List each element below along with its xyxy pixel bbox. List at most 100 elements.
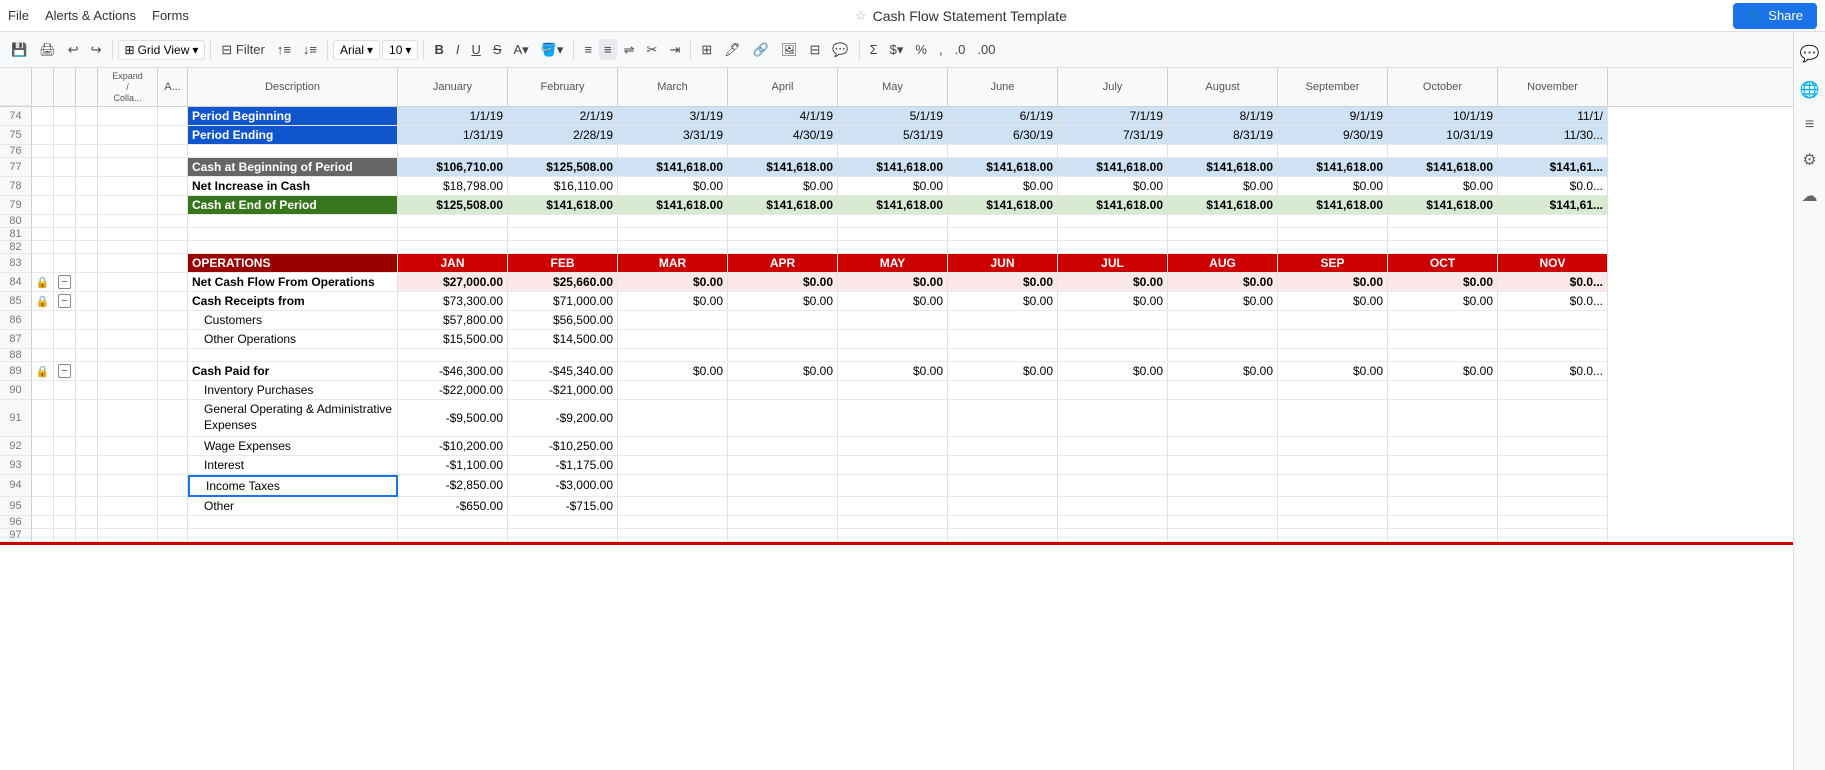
cell-92-aug[interactable]: [1168, 437, 1278, 456]
cell-88-feb[interactable]: [508, 349, 618, 362]
sort-asc-button[interactable]: ↑≡: [272, 39, 296, 60]
cell-79-aug[interactable]: $141,618.00: [1168, 196, 1278, 215]
cell-74-sep[interactable]: 9/1/19: [1278, 107, 1388, 126]
cell-79-may[interactable]: $141,618.00: [838, 196, 948, 215]
cell-88-aug[interactable]: [1168, 349, 1278, 362]
cell-96-feb[interactable]: [508, 516, 618, 529]
cell-74-nov[interactable]: 11/1/: [1498, 107, 1608, 126]
cell-83-nov[interactable]: NOV: [1498, 254, 1608, 273]
cell-89-oct[interactable]: $0.00: [1388, 362, 1498, 381]
cell-88-jan[interactable]: [398, 349, 508, 362]
cell-84-mar[interactable]: $0.00: [618, 273, 728, 292]
cell-86-feb[interactable]: $56,500.00: [508, 311, 618, 330]
decimal-add-button[interactable]: .0: [950, 39, 971, 60]
cell-86-sep[interactable]: [1278, 311, 1388, 330]
cell-93-apr[interactable]: [728, 456, 838, 475]
cell-87-apr[interactable]: [728, 330, 838, 349]
cell-93-desc[interactable]: Interest: [188, 456, 398, 475]
cell-95-jul[interactable]: [1058, 497, 1168, 516]
percent-button[interactable]: %: [910, 39, 932, 60]
cell-84-desc[interactable]: Net Cash Flow From Operations: [188, 273, 398, 292]
cell-85-oct[interactable]: $0.00: [1388, 292, 1498, 311]
cell-92-feb[interactable]: -$10,250.00: [508, 437, 618, 456]
cell-82-oct[interactable]: [1388, 241, 1498, 254]
cell-75-may[interactable]: 5/31/19: [838, 126, 948, 145]
cell-76-jun[interactable]: [948, 145, 1058, 158]
cell-85-jun[interactable]: $0.00: [948, 292, 1058, 311]
currency-button[interactable]: $▾: [885, 39, 909, 61]
cell-89-aug[interactable]: $0.00: [1168, 362, 1278, 381]
cell-92-desc[interactable]: Wage Expenses: [188, 437, 398, 456]
star-icon[interactable]: ☆: [855, 8, 867, 24]
cell-95-desc[interactable]: Other: [188, 497, 398, 516]
cell-97-jul[interactable]: [1058, 529, 1168, 542]
formula-button[interactable]: Σ: [865, 39, 883, 60]
cell-75-feb[interactable]: 2/28/19: [508, 126, 618, 145]
cell-94-jun[interactable]: [948, 475, 1058, 497]
cell-79-apr[interactable]: $141,618.00: [728, 196, 838, 215]
cell-87-mar[interactable]: [618, 330, 728, 349]
cell-77-jun[interactable]: $141,618.00: [948, 158, 1058, 177]
align-center-button[interactable]: ≡: [599, 39, 617, 60]
cell-89-jul[interactable]: $0.00: [1058, 362, 1168, 381]
cell-89-feb[interactable]: -$45,340.00: [508, 362, 618, 381]
cell-76-may[interactable]: [838, 145, 948, 158]
cell-95-feb[interactable]: -$715.00: [508, 497, 618, 516]
comment-button[interactable]: 💬: [827, 39, 853, 61]
cell-95-jun[interactable]: [948, 497, 1058, 516]
cell-96-nov[interactable]: [1498, 516, 1608, 529]
clip-button[interactable]: ✂: [642, 39, 663, 61]
collapse-button[interactable]: −: [58, 275, 71, 289]
cell-88-jul[interactable]: [1058, 349, 1168, 362]
fill-color-button[interactable]: 🪣▾: [536, 39, 569, 61]
cell-96-jun[interactable]: [948, 516, 1058, 529]
col-header-jun[interactable]: June: [948, 68, 1058, 106]
cell-80-jun[interactable]: [948, 215, 1058, 228]
cell-89-sep[interactable]: $0.00: [1278, 362, 1388, 381]
cell-95-mar[interactable]: [618, 497, 728, 516]
menu-forms[interactable]: Forms: [152, 8, 189, 23]
cell-80-desc[interactable]: [188, 215, 398, 228]
cell-84-feb[interactable]: $25,660.00: [508, 273, 618, 292]
col-header-desc[interactable]: Description: [188, 68, 398, 106]
cell-86-desc[interactable]: Customers: [188, 311, 398, 330]
cell-96-jan[interactable]: [398, 516, 508, 529]
cell-74-may[interactable]: 5/1/19: [838, 107, 948, 126]
cell-77-aug[interactable]: $141,618.00: [1168, 158, 1278, 177]
cell-82-may[interactable]: [838, 241, 948, 254]
cell-78-jul[interactable]: $0.00: [1058, 177, 1168, 196]
cell-97-jan[interactable]: [398, 529, 508, 542]
cell-89-mar[interactable]: $0.00: [618, 362, 728, 381]
italic-button[interactable]: I: [451, 39, 465, 60]
cell-96-apr[interactable]: [728, 516, 838, 529]
cell-83-may[interactable]: MAY: [838, 254, 948, 273]
underline-button[interactable]: U: [466, 39, 485, 60]
cell-93-nov[interactable]: [1498, 456, 1608, 475]
cell-89-jun[interactable]: $0.00: [948, 362, 1058, 381]
cell-78-feb[interactable]: $16,110.00: [508, 177, 618, 196]
cell-76-feb[interactable]: [508, 145, 618, 158]
col-header-expand[interactable]: Expand/Colla...: [98, 68, 158, 106]
cell-74-desc[interactable]: Period Beginning: [188, 107, 398, 126]
cell-84-may[interactable]: $0.00: [838, 273, 948, 292]
cell-90-aug[interactable]: [1168, 381, 1278, 400]
cell-97-desc[interactable]: [188, 529, 398, 542]
cell-74-jun[interactable]: 6/1/19: [948, 107, 1058, 126]
cell-76-jan[interactable]: [398, 145, 508, 158]
cell-86-aug[interactable]: [1168, 311, 1278, 330]
cell-76-jul[interactable]: [1058, 145, 1168, 158]
col-header-apr[interactable]: April: [728, 68, 838, 106]
cell-84-apr[interactable]: $0.00: [728, 273, 838, 292]
cell-82-feb[interactable]: [508, 241, 618, 254]
cell-94-desc[interactable]: Income Taxes: [188, 475, 398, 497]
cell-83-mar[interactable]: MAR: [618, 254, 728, 273]
cell-81-oct[interactable]: [1388, 228, 1498, 241]
cell-89-may[interactable]: $0.00: [838, 362, 948, 381]
cell-89-apr[interactable]: $0.00: [728, 362, 838, 381]
info-icon[interactable]: ≡: [1801, 112, 1818, 138]
cell-96-sep[interactable]: [1278, 516, 1388, 529]
cell-93-feb[interactable]: -$1,175.00: [508, 456, 618, 475]
cell-78-mar[interactable]: $0.00: [618, 177, 728, 196]
col-header-nov[interactable]: November: [1498, 68, 1608, 106]
cell-86-mar[interactable]: [618, 311, 728, 330]
